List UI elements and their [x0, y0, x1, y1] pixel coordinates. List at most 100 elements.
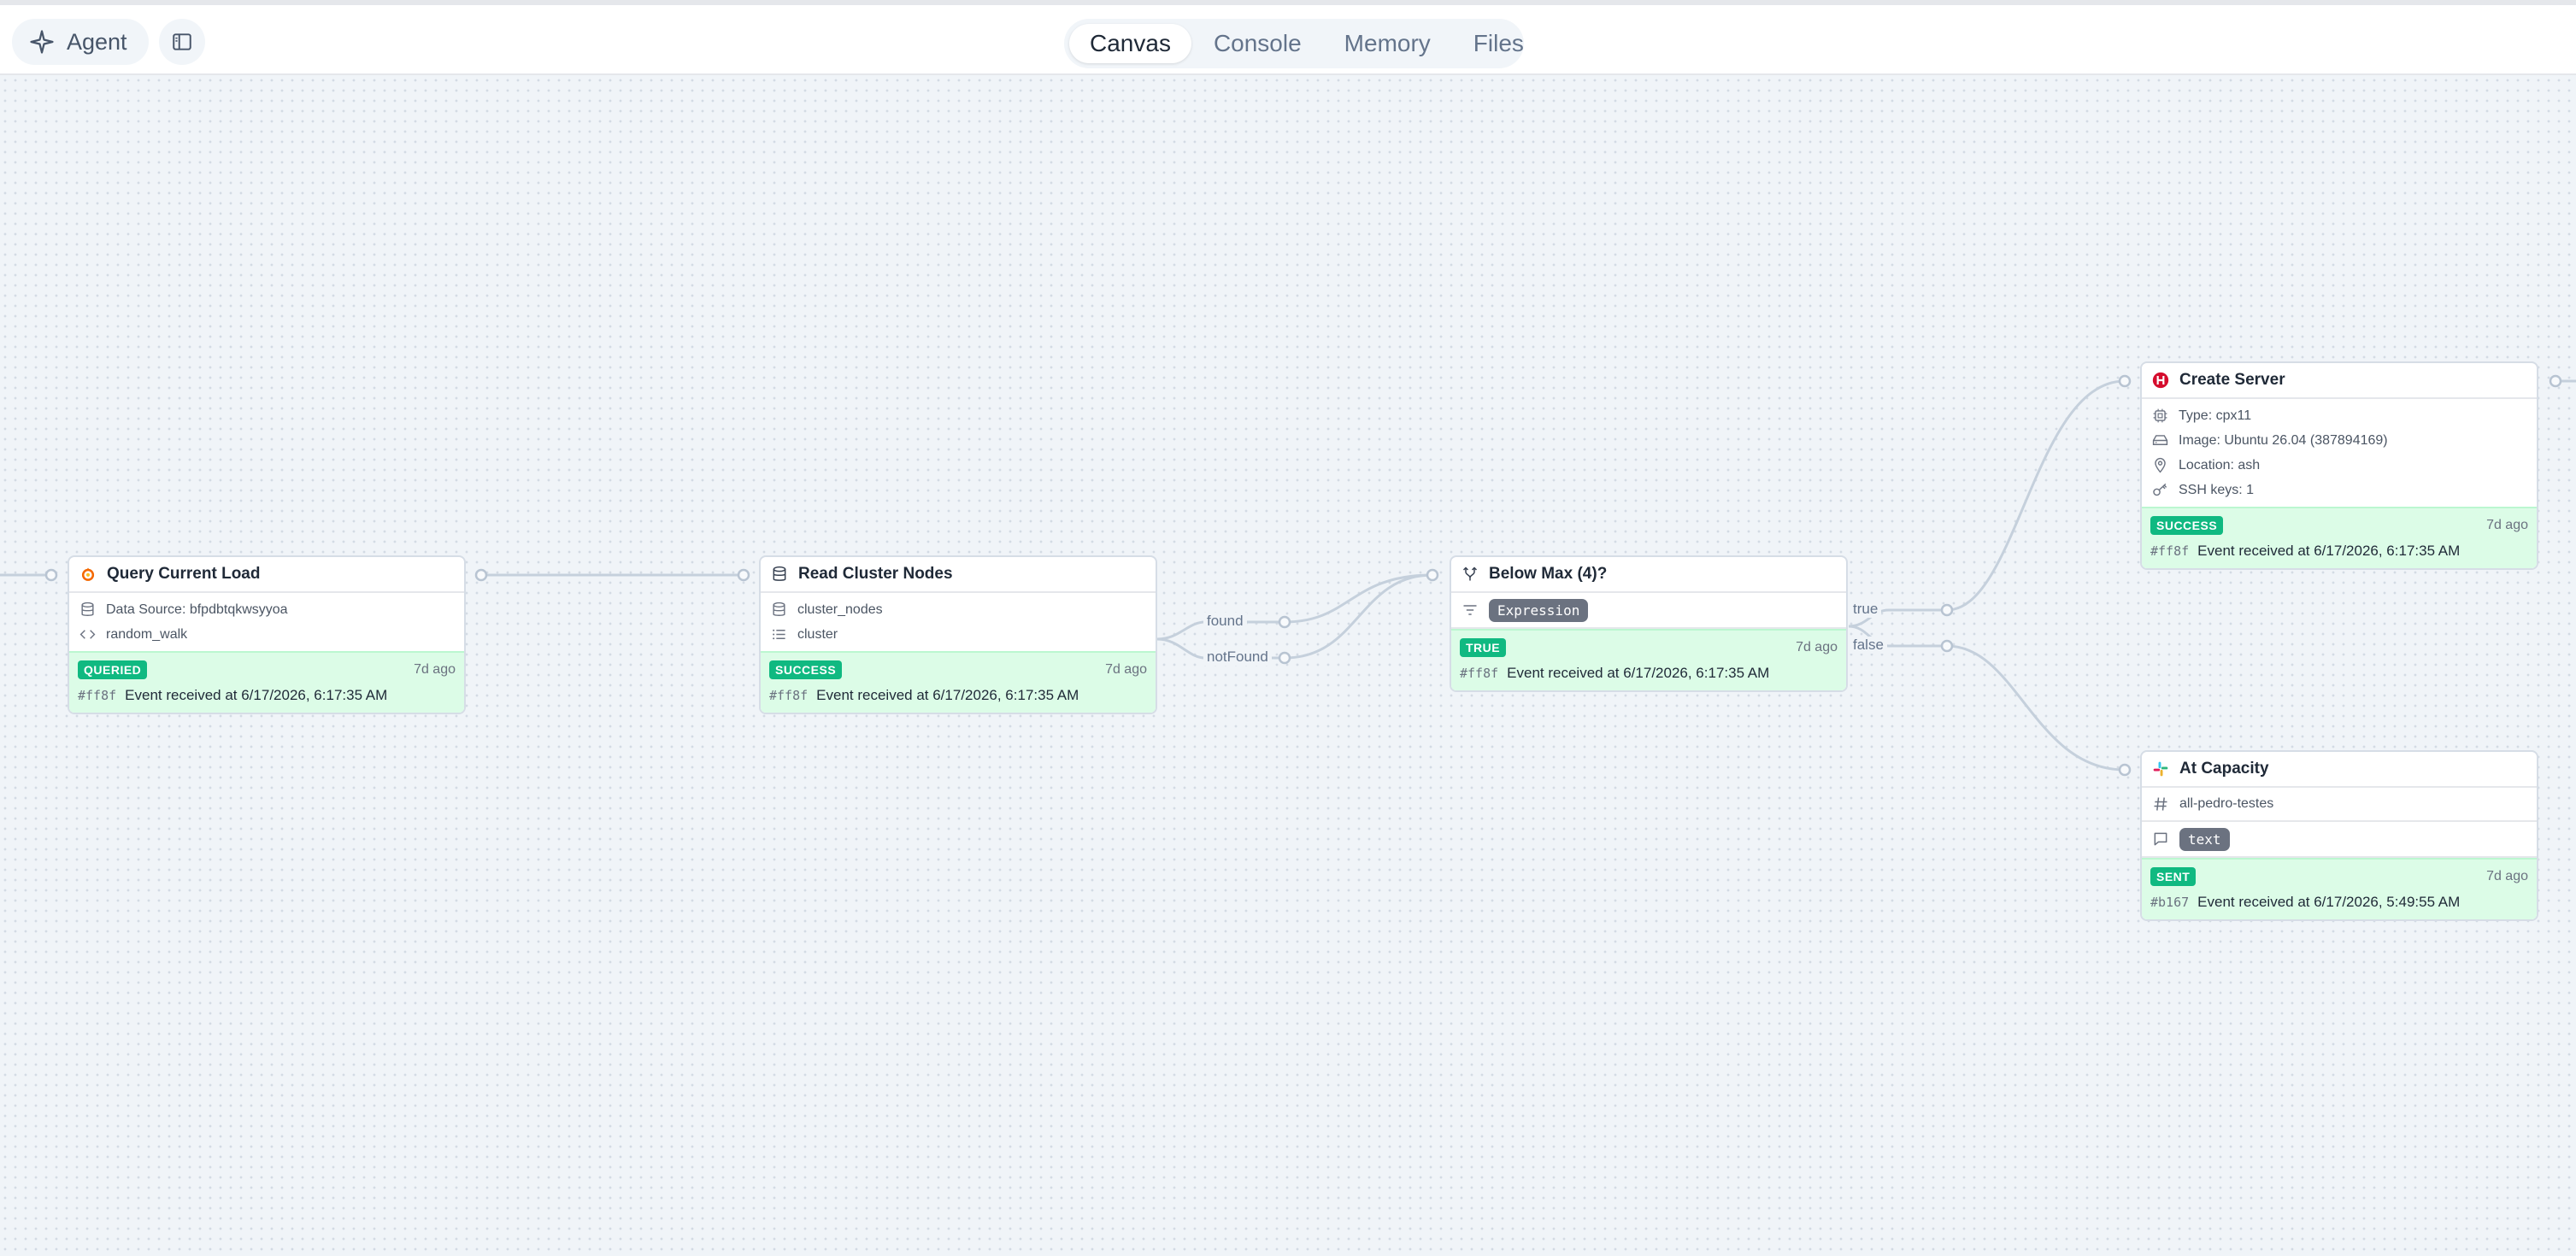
status-time: 7d ago: [1796, 640, 1838, 654]
prop-ssh-keys: SSH keys: 1: [2152, 478, 2526, 502]
tab-canvas[interactable]: Canvas: [1069, 24, 1191, 63]
message-pill: text: [2179, 827, 2230, 851]
view-tabs: Canvas Console Memory Files: [1064, 19, 1524, 68]
event-hash: #ff8f: [769, 688, 809, 703]
hard-drive-icon: [2152, 435, 2168, 445]
node-status: QUERIED 7d ago #ff8f Event received at 6…: [69, 651, 464, 713]
node-read-cluster-nodes[interactable]: Read Cluster Nodes cluster_nodes cluster…: [759, 555, 1157, 714]
node-body: cluster_nodes cluster: [761, 593, 1156, 651]
node-create-server[interactable]: Create Server Type: cpx11 Image: Ubuntu …: [2140, 361, 2538, 570]
hetzner-icon: [2152, 372, 2169, 389]
prop-type: Type: cpx11: [2152, 403, 2526, 428]
status-time: 7d ago: [414, 662, 456, 677]
database-icon: [773, 566, 786, 581]
slack-icon: [2153, 761, 2168, 777]
status-badge: SENT: [2150, 867, 2197, 886]
node-query-current-load[interactable]: Query Current Load Data Source: bfpdbtqk…: [68, 555, 466, 714]
event-text: Event received at 6/17/2026, 5:49:55 AM: [2197, 894, 2461, 910]
status-badge: TRUE: [1460, 638, 1507, 657]
workflow-canvas[interactable]: found notFound true false Query Current …: [0, 75, 2576, 1256]
node-status: TRUE 7d ago #ff8f Event received at 6/17…: [1451, 629, 1846, 690]
channel-name: all-pedro-testes: [2179, 796, 2274, 811]
node-title: Read Cluster Nodes: [798, 565, 953, 583]
prop-location: Location: ash: [2152, 453, 2526, 478]
status-time: 7d ago: [2486, 518, 2528, 532]
edge-true-to-create: [1946, 379, 2126, 612]
message-icon: [2154, 832, 2167, 846]
event-text: Event received at 6/17/2026, 6:17:35 AM: [1507, 665, 1770, 681]
node-status: SUCCESS 7d ago #ff8f Event received at 6…: [761, 651, 1156, 713]
prop-query: random_walk: [79, 622, 454, 647]
status-time: 7d ago: [1105, 662, 1147, 677]
handle-in-below[interactable]: [1426, 568, 1439, 582]
node-body: Data Source: bfpdbtqkwsyyoa random_walk: [69, 593, 464, 651]
status-badge: QUERIED: [78, 660, 148, 679]
prop-key: cluster: [771, 622, 1145, 647]
tab-memory[interactable]: Memory: [1324, 24, 1451, 63]
filter-icon: [1463, 605, 1477, 615]
code-icon: [79, 630, 96, 639]
edge-notfound-to-below: [1284, 573, 1433, 660]
handle-out-false[interactable]: [1940, 639, 1954, 653]
node-header: Read Cluster Nodes: [761, 557, 1156, 593]
node-status: SUCCESS 7d ago #ff8f Event received at 6…: [2142, 507, 2537, 568]
prop-expression: Expression: [1451, 593, 1846, 629]
database-icon: [81, 602, 94, 616]
cpu-icon: [2153, 408, 2167, 423]
event-text: Event received at 6/17/2026, 6:17:35 AM: [2197, 543, 2461, 559]
sidebar-panel-icon: [173, 33, 191, 50]
handle-out-create[interactable]: [2549, 374, 2562, 388]
node-header: At Capacity: [2142, 752, 2537, 788]
prop-image: Image: Ubuntu 26.04 (387894169): [2152, 428, 2526, 453]
handle-out-true[interactable]: [1940, 603, 1954, 617]
map-pin-icon: [2155, 457, 2166, 473]
node-header: Below Max (4)?: [1451, 557, 1846, 593]
edge-label-false: false: [1850, 637, 1887, 654]
list-icon: [773, 629, 785, 640]
handle-out-query[interactable]: [474, 568, 488, 582]
handle-out-notfound[interactable]: [1278, 651, 1291, 665]
handle-out-found[interactable]: [1278, 615, 1291, 629]
handle-in-query[interactable]: [44, 568, 58, 582]
event-hash: #ff8f: [2150, 543, 2190, 559]
hash-icon: [2154, 797, 2167, 811]
agent-button[interactable]: Agent: [12, 19, 149, 65]
prop-data-source: Data Source: bfpdbtqkwsyyoa: [79, 597, 454, 622]
edge-label-found: found: [1203, 613, 1247, 630]
node-title: Create Server: [2179, 371, 2285, 389]
edge-false-to-capacity: [1946, 644, 2126, 772]
agent-button-label: Agent: [67, 28, 127, 55]
status-badge: SUCCESS: [2150, 516, 2224, 535]
tab-files[interactable]: Files: [1453, 24, 1544, 63]
node-body: Type: cpx11 Image: Ubuntu 26.04 (3878941…: [2142, 399, 2537, 507]
edge-label-true: true: [1850, 601, 1882, 618]
database-icon: [773, 602, 785, 616]
key-icon: [2153, 483, 2167, 496]
handle-in-capacity[interactable]: [2118, 763, 2132, 777]
event-hash: #ff8f: [1460, 666, 1499, 681]
node-header: Create Server: [2142, 363, 2537, 399]
event-hash: #b167: [2150, 895, 2190, 910]
top-bar: Agent Canvas Console Memory Files: [0, 0, 2576, 75]
handle-in-read[interactable]: [737, 568, 750, 582]
node-header: Query Current Load: [69, 557, 464, 593]
node-below-max[interactable]: Below Max (4)? Expression TRUE 7d ago #f…: [1450, 555, 1848, 692]
node-title: At Capacity: [2179, 760, 2269, 778]
toggle-sidebar-button[interactable]: [159, 19, 205, 65]
prop-table: cluster_nodes: [771, 597, 1145, 622]
event-text: Event received at 6/17/2026, 6:17:35 AM: [125, 687, 388, 703]
grafana-icon: [81, 567, 95, 581]
handle-in-create[interactable]: [2118, 374, 2132, 388]
sparkle-icon: [30, 30, 54, 54]
node-title: Below Max (4)?: [1489, 565, 1608, 583]
expression-pill: Expression: [1489, 598, 1589, 622]
status-badge: SUCCESS: [769, 660, 843, 679]
branch-icon: [1462, 566, 1478, 581]
event-text: Event received at 6/17/2026, 6:17:35 AM: [816, 687, 1079, 703]
edge-label-notfound: notFound: [1203, 649, 1272, 666]
tab-console[interactable]: Console: [1193, 24, 1322, 63]
status-time: 7d ago: [2486, 869, 2528, 883]
node-title: Query Current Load: [107, 565, 261, 583]
node-status: SENT 7d ago #b167 Event received at 6/17…: [2142, 858, 2537, 919]
node-at-capacity[interactable]: At Capacity all-pedro-testes text SENT 7…: [2140, 750, 2538, 921]
